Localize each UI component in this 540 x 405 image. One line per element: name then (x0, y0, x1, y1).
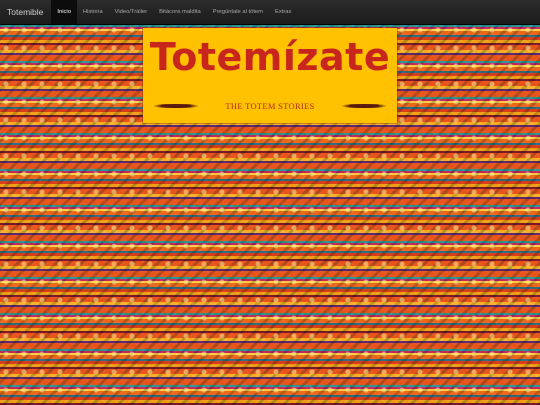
brand-link[interactable]: Totemible (0, 0, 51, 24)
brush-stroke-right-icon (341, 104, 387, 108)
nav-item-video-trailer[interactable]: Video/Tráiler (109, 0, 154, 24)
banner-title: Totemízate (149, 35, 391, 79)
top-navbar: Totemible Inicio Historia Video/Tráiler … (0, 0, 540, 25)
header-banner: Totemízate THE TOTEM STORIES (143, 28, 397, 123)
nav-item-preguntale-al-totem[interactable]: Pregúntale al tótem (207, 0, 269, 24)
nav-item-extras[interactable]: Extras (269, 0, 297, 24)
nav-item-historia[interactable]: Historia (77, 0, 109, 24)
nav-item-bitacora-maldita[interactable]: Bitácora maldita (153, 0, 207, 24)
nav-item-inicio[interactable]: Inicio (51, 0, 77, 24)
